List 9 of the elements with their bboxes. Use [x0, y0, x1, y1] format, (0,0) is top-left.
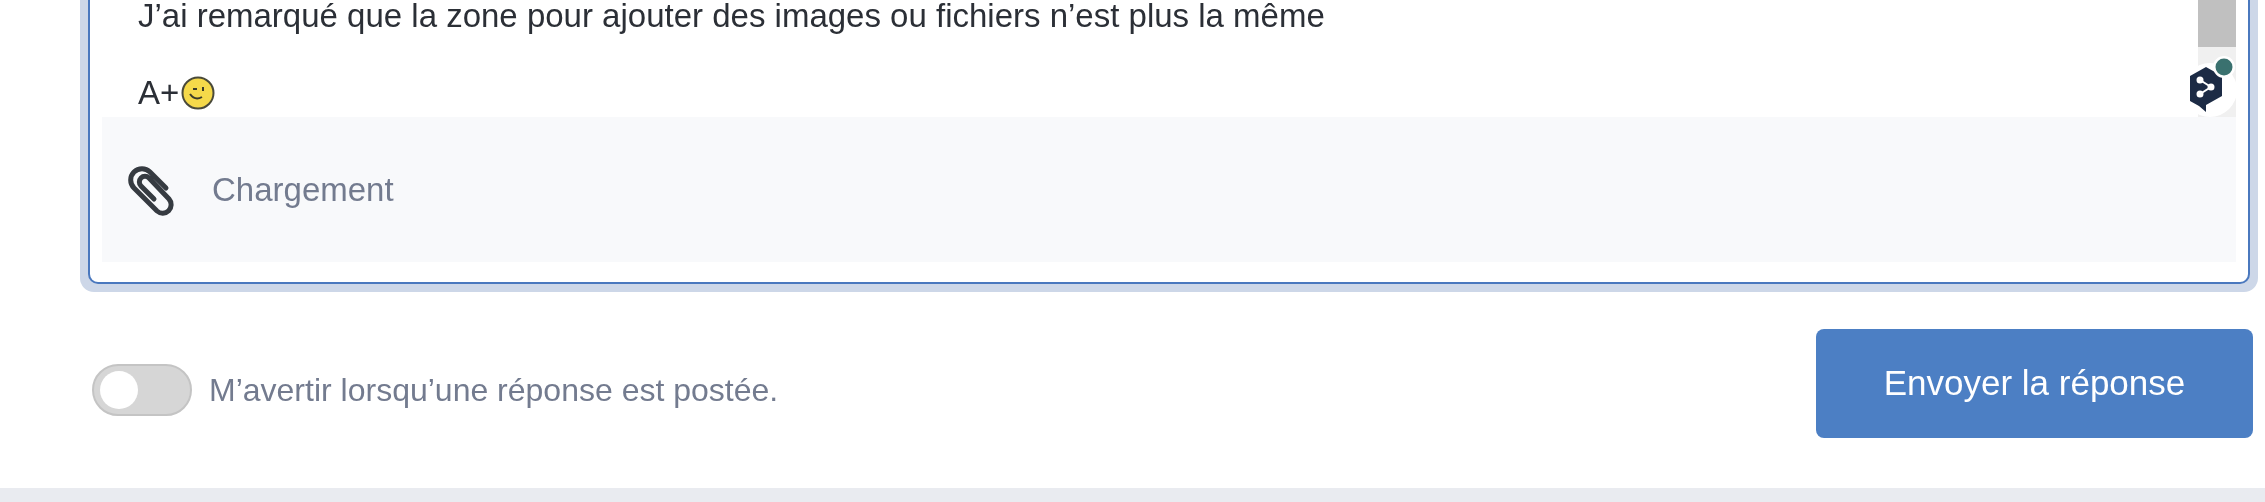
smiley-icon — [181, 76, 216, 110]
toggle-label: M’avertir lorsqu’une réponse est postée. — [209, 371, 779, 409]
message-text: A+ — [138, 76, 180, 110]
notify-toggle[interactable] — [92, 364, 192, 416]
attachment-area[interactable]: Chargement — [102, 117, 2236, 262]
scrollbar-thumb[interactable] — [2198, 0, 2236, 47]
message-text: J’ai remarqué que la zone pour ajouter des images ou fichiers n’est plus la même — [138, 0, 1325, 32]
submit-button[interactable]: Envoyer la réponse — [1816, 328, 2253, 438]
attachment-label: Chargement — [212, 170, 394, 209]
